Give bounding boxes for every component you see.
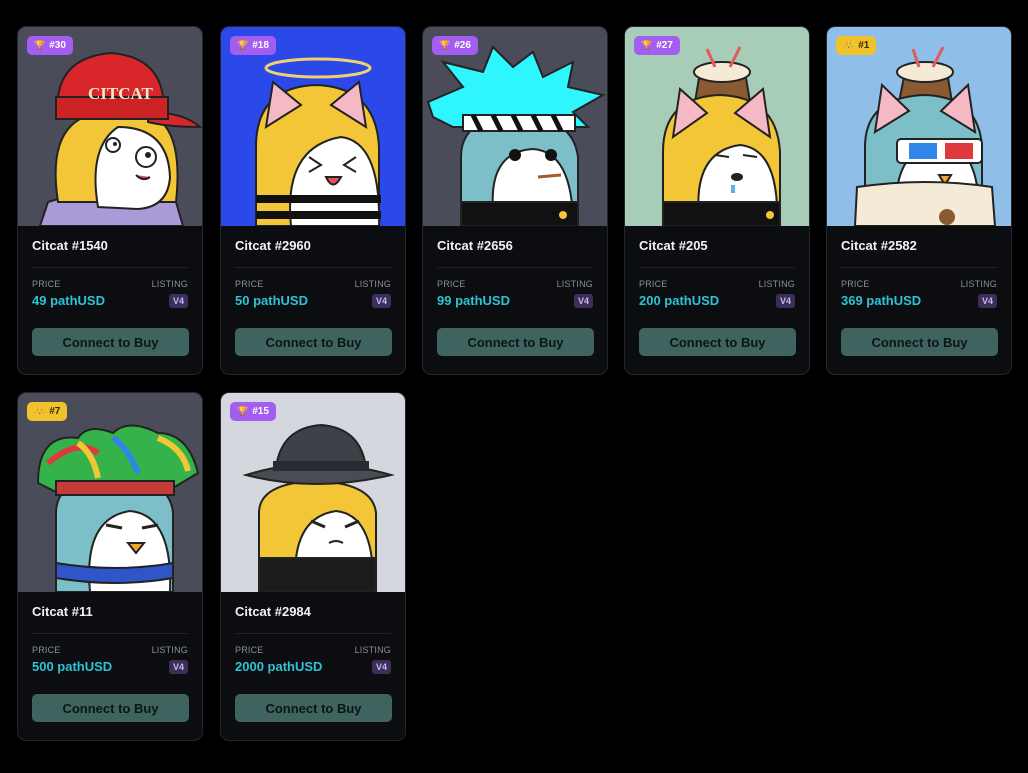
divider (437, 267, 593, 268)
divider (639, 267, 795, 268)
cat-illustration (255, 57, 381, 226)
price-label: PRICE (437, 279, 466, 289)
connect-to-buy-button[interactable]: Connect to Buy (437, 328, 594, 356)
nft-image[interactable]: 🏆 #27 (625, 27, 809, 226)
price-label: PRICE (32, 279, 61, 289)
price-label: PRICE (235, 645, 264, 655)
price-value: 50 pathUSD (235, 293, 308, 308)
version-tag: V4 (371, 293, 391, 308)
divider (32, 633, 188, 634)
nft-card[interactable]: 👑 #1 Citcat #2582 PRICE LISTING 369 path… (826, 26, 1012, 375)
nft-card[interactable]: 🏆 #27 Citcat #205 PRICE LISTING 200 path… (624, 26, 810, 375)
price-label: PRICE (841, 279, 870, 289)
rank-text: #27 (656, 40, 673, 51)
rank-badge: 🏆 #15 (230, 402, 276, 421)
card-title: Citcat #2960 (235, 238, 311, 253)
connect-to-buy-button[interactable]: Connect to Buy (841, 328, 998, 356)
nft-card[interactable]: 🏆 #15 Citcat #2984 PRICE LISTING 2000 path… (220, 392, 406, 741)
price-label: PRICE (639, 279, 668, 289)
listing-label: LISTING (354, 279, 391, 289)
rank-text: #15 (252, 406, 269, 417)
price-value: 369 pathUSD (841, 293, 922, 308)
trophy-icon: 🏆 (439, 40, 451, 50)
trophy-icon: 🏆 (641, 40, 653, 50)
version-tag: V4 (371, 659, 391, 674)
version-tag: V4 (168, 659, 188, 674)
trophy-icon: 🏆 (237, 40, 249, 50)
listing-label: LISTING (354, 645, 391, 655)
divider (235, 633, 391, 634)
price-label: PRICE (235, 279, 264, 289)
listing-label: LISTING (151, 279, 188, 289)
trophy-icon: 🏆 (237, 406, 249, 416)
rank-text: #18 (252, 40, 269, 51)
cat-illustration (36, 424, 200, 592)
connect-to-buy-button[interactable]: Connect to Buy (32, 694, 189, 722)
cat-illustration: CITCAT (38, 51, 202, 226)
connect-to-buy-button[interactable]: Connect to Buy (639, 328, 796, 356)
divider (841, 267, 997, 268)
cat-illustration (242, 423, 395, 592)
rank-badge: 👑 #7 (27, 402, 68, 421)
version-tag: V4 (775, 293, 795, 308)
trophy-icon: 🏆 (34, 40, 46, 50)
crown-icon: 👑 (34, 406, 46, 416)
nft-image[interactable]: 🏆 #26 (423, 27, 607, 226)
listing-label: LISTING (556, 279, 593, 289)
divider (235, 267, 391, 268)
version-tag: V4 (168, 293, 188, 308)
version-tag: V4 (573, 293, 593, 308)
rank-text: #26 (454, 40, 471, 51)
cat-illustration (662, 46, 781, 226)
card-title: Citcat #11 (32, 604, 93, 619)
nft-card[interactable]: 🏆 #18 Citcat #2960 PRICE LISTING 50 pathUS… (220, 26, 406, 375)
nft-card[interactable]: 🏆 #30 CITCAT Citcat #1540 PRICE LISTING 49… (17, 26, 203, 375)
nft-grid: 🏆 #30 CITCAT Citcat #1540 PRICE LISTING 49… (0, 0, 1028, 773)
nft-image[interactable]: 🏆 #15 (221, 393, 405, 592)
nft-card[interactable]: 👑 #7 Citcat #11 PRICE LISTING 500 pathUSD V… (17, 392, 203, 741)
rank-badge: 🏆 #18 (230, 36, 276, 55)
rank-text: #1 (858, 40, 870, 51)
price-value: 500 pathUSD (32, 659, 113, 674)
nft-image[interactable]: 👑 #7 (18, 393, 202, 592)
version-tag: V4 (977, 293, 997, 308)
cat-illustration (426, 45, 606, 226)
rank-text: #30 (49, 40, 66, 51)
nft-image[interactable]: 👑 #1 (827, 27, 1011, 226)
crown-icon: 👑 (843, 40, 855, 50)
listing-label: LISTING (151, 645, 188, 655)
connect-to-buy-button[interactable]: Connect to Buy (235, 328, 392, 356)
rank-badge: 🏆 #26 (432, 36, 478, 55)
price-value: 2000 pathUSD (235, 659, 323, 674)
price-label: PRICE (32, 645, 61, 655)
price-value: 49 pathUSD (32, 293, 105, 308)
rank-text: #7 (49, 406, 61, 417)
listing-label: LISTING (960, 279, 997, 289)
rank-badge: 👑 #1 (836, 36, 877, 55)
listing-label: LISTING (758, 279, 795, 289)
cat-illustration (853, 46, 997, 226)
card-title: Citcat #1540 (32, 238, 108, 253)
card-title: Citcat #2582 (841, 238, 917, 253)
connect-to-buy-button[interactable]: Connect to Buy (32, 328, 189, 356)
nft-card[interactable]: 🏆 #26 Citcat #2656 PRICE LISTING 99 pathUS… (422, 26, 608, 375)
divider (32, 267, 188, 268)
card-title: Citcat #2984 (235, 604, 311, 619)
card-title: Citcat #2656 (437, 238, 513, 253)
cap-text: CITCAT (88, 84, 154, 103)
rank-badge: 🏆 #27 (634, 36, 680, 55)
nft-image[interactable]: 🏆 #18 (221, 27, 405, 226)
price-value: 99 pathUSD (437, 293, 510, 308)
rank-badge: 🏆 #30 (27, 36, 73, 55)
card-title: Citcat #205 (639, 238, 708, 253)
price-value: 200 pathUSD (639, 293, 720, 308)
nft-image[interactable]: 🏆 #30 CITCAT (18, 27, 202, 226)
connect-to-buy-button[interactable]: Connect to Buy (235, 694, 392, 722)
